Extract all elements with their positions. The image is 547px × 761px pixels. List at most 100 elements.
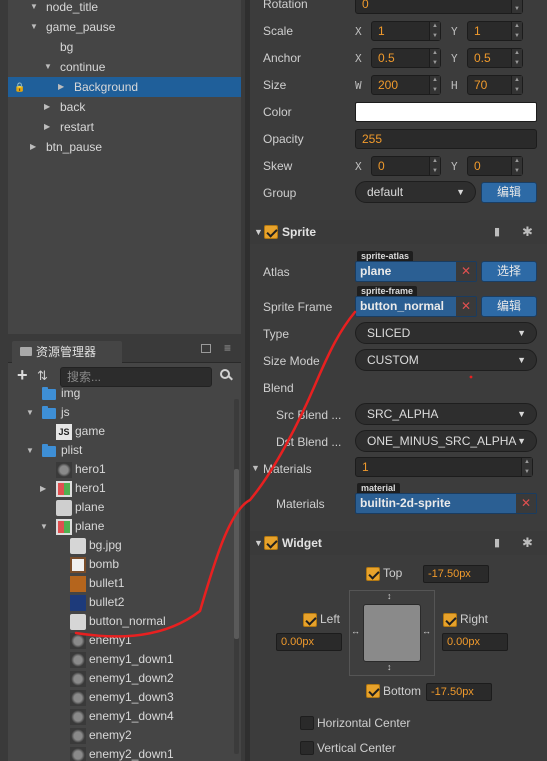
opacity-value: 255 <box>362 132 383 146</box>
asset-item[interactable]: enemy1_down4 <box>8 707 233 726</box>
asset-item[interactable]: enemy1_down3 <box>8 688 233 707</box>
anchor-y-field[interactable]: 0.5 <box>467 48 523 68</box>
size-mode-select[interactable]: CUSTOM ▼ <box>355 349 537 371</box>
anchor-x-spinner[interactable] <box>429 49 440 67</box>
widget-anchor-box[interactable]: ↕ ↕ ↔ ↔ <box>349 590 435 676</box>
collapse-arrow-icon[interactable]: ▼ <box>254 220 263 244</box>
widget-left-checkbox[interactable] <box>303 613 317 627</box>
skew-x-field[interactable]: 0 <box>371 156 441 176</box>
expand-arrow-icon[interactable]: ▼ <box>26 403 34 422</box>
gear-icon[interactable]: ✱ <box>522 535 533 551</box>
collapse-arrow-icon[interactable]: ▶ <box>40 479 46 498</box>
asset-item[interactable]: plane <box>8 498 233 517</box>
scale-y-field[interactable]: 1 <box>467 21 523 41</box>
asset-item[interactable]: enemy1 <box>8 631 233 650</box>
asset-item[interactable]: ▼ plist <box>8 441 233 460</box>
rotation-spinner[interactable] <box>511 0 522 13</box>
skew-x-spinner[interactable] <box>429 157 440 175</box>
expand-arrow-icon[interactable]: ▼ <box>44 57 52 77</box>
expand-arrow-icon[interactable]: ▼ <box>40 517 48 536</box>
sprite-enabled-checkbox[interactable] <box>264 225 278 239</box>
materials-count-field[interactable]: 1 <box>355 457 533 477</box>
asset-item[interactable]: enemy1_down2 <box>8 669 233 688</box>
assets-tab[interactable]: 资源管理器 <box>12 341 122 363</box>
vertical-center-checkbox[interactable] <box>300 741 314 755</box>
panel-divider[interactable] <box>245 0 250 761</box>
widget-top-checkbox[interactable] <box>366 567 380 581</box>
atlas-field[interactable]: plane ✕ <box>355 261 477 282</box>
atlas-select-button[interactable]: 选择 <box>481 261 537 282</box>
sprite-frame-edit-button[interactable]: 编辑 <box>481 296 537 317</box>
skew-y-field[interactable]: 0 <box>467 156 523 176</box>
group-edit-button[interactable]: 编辑 <box>481 182 537 203</box>
sprite-frame-field[interactable]: button_normal ✕ <box>355 296 477 317</box>
sort-icon[interactable]: ⇅ <box>37 368 48 384</box>
clear-atlas-icon[interactable]: ✕ <box>456 262 476 281</box>
materials-count-spinner[interactable] <box>521 458 532 476</box>
size-w-spinner[interactable] <box>429 76 440 94</box>
hierarchy-node[interactable]: 🔒 ▶ Background <box>8 77 241 97</box>
asset-item[interactable]: bullet1 <box>8 574 233 593</box>
size-h-field[interactable]: 70 <box>467 75 523 95</box>
widget-bottom-checkbox[interactable] <box>366 684 380 698</box>
widget-top-field[interactable]: -17.50px <box>423 565 489 583</box>
collapse-arrow-icon[interactable]: ▶ <box>44 97 50 117</box>
skew-y-spinner[interactable] <box>511 157 522 175</box>
widget-right-checkbox[interactable] <box>443 613 457 627</box>
group-select[interactable]: default ▼ <box>355 181 476 203</box>
scale-x-spinner[interactable] <box>429 22 440 40</box>
expand-arrow-icon[interactable]: ▼ <box>26 441 34 460</box>
sprite-section-header[interactable]: ▼ Sprite ▮ ✱ <box>250 220 547 244</box>
asset-item[interactable]: button_normal <box>8 612 233 631</box>
collapse-arrow-icon[interactable]: ▶ <box>30 137 36 157</box>
asset-item[interactable]: ▼ js <box>8 403 233 422</box>
asset-item[interactable]: ▼ plane <box>8 517 233 536</box>
panel-maximize-icon[interactable] <box>201 344 211 353</box>
panel-menu-icon[interactable]: ≡ <box>224 341 231 355</box>
scale-x-field[interactable]: 1 <box>371 21 441 41</box>
anchor-x-field[interactable]: 0.5 <box>371 48 441 68</box>
asset-item[interactable]: hero1 <box>8 460 233 479</box>
rotation-field[interactable]: 0 <box>355 0 523 14</box>
horizontal-center-checkbox[interactable] <box>300 716 314 730</box>
asset-item[interactable]: ▶ hero1 <box>8 479 233 498</box>
type-select[interactable]: SLICED ▼ <box>355 322 537 344</box>
widget-enabled-checkbox[interactable] <box>264 536 278 550</box>
book-icon[interactable]: ▮ <box>494 536 500 549</box>
material-field[interactable]: builtin-2d-sprite ✕ <box>355 493 537 514</box>
collapse-arrow-icon[interactable]: ▶ <box>44 117 50 137</box>
collapse-arrow-icon[interactable]: ▼ <box>254 531 263 555</box>
src-blend-select[interactable]: SRC_ALPHA ▼ <box>355 403 537 425</box>
lock-icon[interactable]: 🔒 <box>14 77 25 97</box>
gear-icon[interactable]: ✱ <box>522 224 533 240</box>
assets-scrollbar-thumb[interactable] <box>234 469 239 639</box>
asset-item[interactable]: enemy2_down1 <box>8 745 233 761</box>
asset-item[interactable]: JS game <box>8 422 233 441</box>
dst-blend-select[interactable]: ONE_MINUS_SRC_ALPHA ▼ <box>355 430 537 452</box>
asset-item[interactable]: bomb <box>8 555 233 574</box>
clear-material-icon[interactable]: ✕ <box>516 494 536 513</box>
asset-item[interactable]: enemy2 <box>8 726 233 745</box>
widget-left-field[interactable]: 0.00px <box>276 633 342 651</box>
color-picker[interactable] <box>355 102 537 122</box>
asset-item[interactable]: bg.jpg <box>8 536 233 555</box>
add-icon[interactable]: + <box>17 365 28 386</box>
clear-frame-icon[interactable]: ✕ <box>456 297 476 316</box>
widget-bottom-field[interactable]: -17.50px <box>426 683 492 701</box>
anchor-y-spinner[interactable] <box>511 49 522 67</box>
expand-arrow-icon[interactable]: ▼ <box>30 17 38 37</box>
size-h-spinner[interactable] <box>511 76 522 94</box>
widget-section-header[interactable]: ▼ Widget ▮ ✱ <box>250 531 547 555</box>
widget-right-field[interactable]: 0.00px <box>442 633 508 651</box>
asset-item[interactable]: img <box>8 384 233 403</box>
asset-item[interactable]: enemy1_down1 <box>8 650 233 669</box>
book-icon[interactable]: ▮ <box>494 225 500 238</box>
scale-y-spinner[interactable] <box>511 22 522 40</box>
materials-collapse-icon[interactable]: ▼ <box>251 463 260 473</box>
expand-arrow-icon[interactable]: ▼ <box>30 0 38 17</box>
size-w-field[interactable]: 200 <box>371 75 441 95</box>
opacity-field[interactable]: 255 <box>355 129 537 149</box>
asset-item[interactable]: bullet2 <box>8 593 233 612</box>
collapse-arrow-icon[interactable]: ▶ <box>58 77 64 97</box>
bullet-thumbnail-icon <box>70 595 86 611</box>
